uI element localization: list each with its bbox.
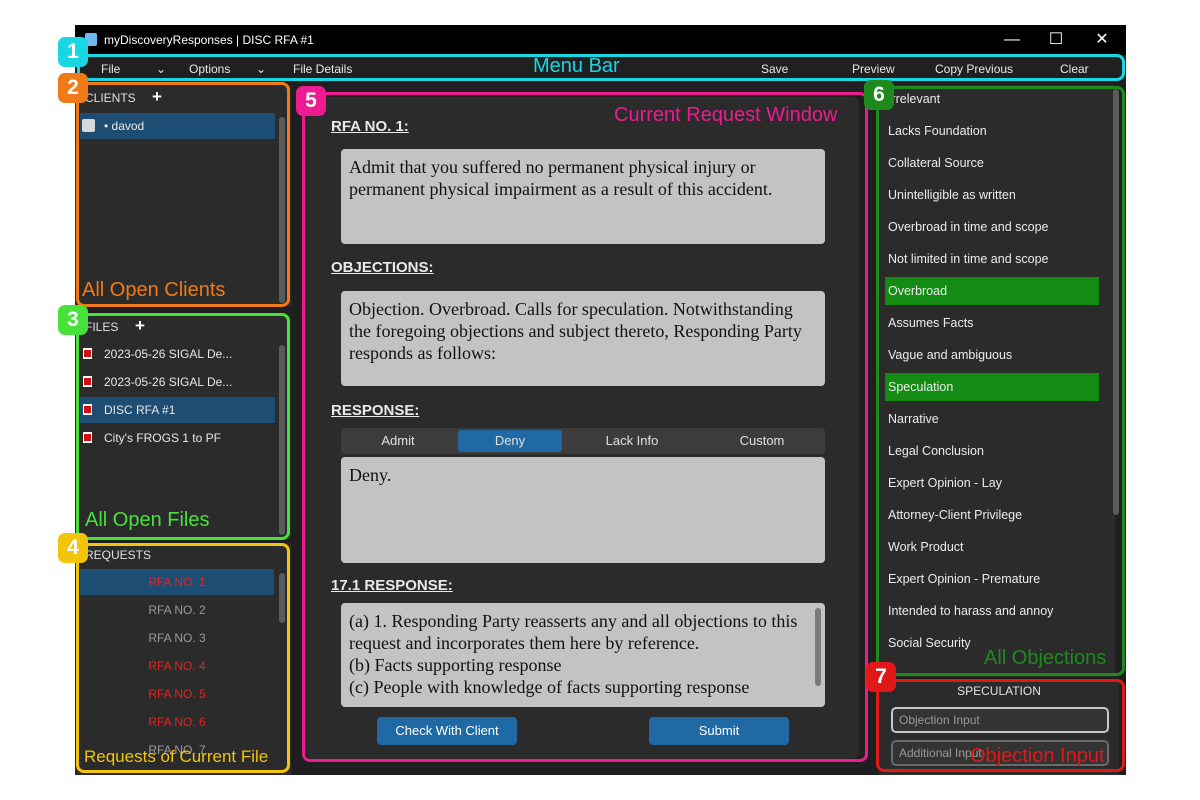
current-request-annotation: Current Request Window: [614, 104, 838, 126]
maximize-button[interactable]: ☐: [1042, 30, 1070, 50]
minimize-button[interactable]: —: [998, 30, 1026, 50]
current-request-highlight: [302, 92, 868, 762]
clients-highlight: [76, 82, 290, 307]
badge-1: 1: [58, 37, 88, 67]
window-title: myDiscoveryResponses | DISC RFA #1: [104, 33, 314, 47]
badge-6: 6: [864, 80, 894, 110]
badge-7: 7: [866, 662, 896, 692]
files-highlight: [76, 313, 290, 540]
menu-bar-annotation: Menu Bar: [533, 55, 620, 77]
badge-5: 5: [296, 86, 326, 116]
clients-annotation: All Open Clients: [82, 279, 226, 301]
objections-highlight: [876, 86, 1125, 676]
objection-input-annotation: Objection Input: [970, 745, 1105, 767]
badge-3: 3: [58, 305, 88, 335]
objections-annotation: All Objections: [984, 647, 1107, 669]
close-button[interactable]: ✕: [1088, 30, 1116, 50]
badge-4: 4: [58, 533, 88, 563]
title-bar: myDiscoveryResponses | DISC RFA #1 — ☐ ✕: [75, 25, 1126, 55]
requests-highlight: [76, 543, 290, 773]
requests-annotation: Requests of Current File: [84, 747, 269, 766]
files-annotation: All Open Files: [85, 509, 210, 531]
badge-2: 2: [58, 73, 88, 103]
